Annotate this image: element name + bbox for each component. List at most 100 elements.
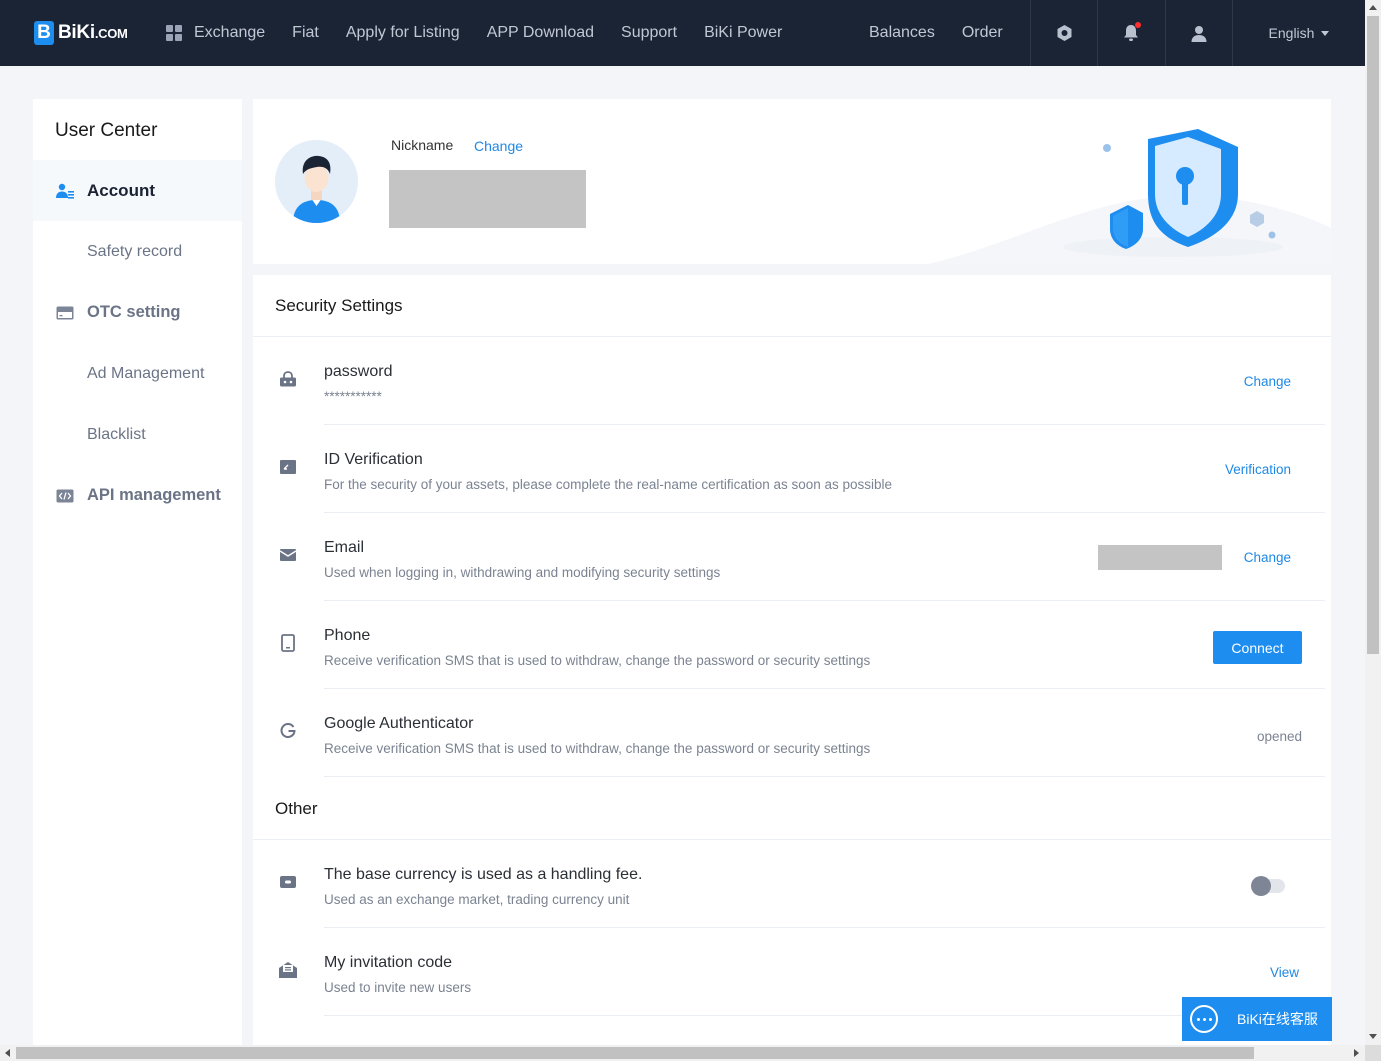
- nav-balances[interactable]: Balances: [869, 24, 935, 42]
- sidebar-item-otc-setting[interactable]: OTC setting: [33, 282, 242, 343]
- nav-left-links: Exchange Fiat Apply for Listing APP Down…: [194, 24, 809, 42]
- apps-grid-icon[interactable]: [166, 25, 182, 41]
- sidebar-item-label: Safety record: [87, 242, 183, 260]
- base-currency-fee-desc: Used as an exchange market, trading curr…: [324, 892, 630, 907]
- google-icon: [278, 721, 298, 741]
- nav-exchange[interactable]: Exchange: [194, 24, 265, 42]
- profile-card: Nickname Change: [253, 99, 1331, 264]
- scroll-up-arrow-icon[interactable]: [1369, 5, 1377, 10]
- google-authenticator-status: opened: [1256, 729, 1302, 744]
- base-currency-fee-toggle[interactable]: [1251, 876, 1285, 896]
- change-nickname-link[interactable]: Change: [474, 138, 523, 154]
- phone-desc: Receive verification SMS that is used to…: [324, 653, 871, 668]
- sidebar-item-account[interactable]: Account: [33, 160, 242, 221]
- logo-name: BiKi: [58, 22, 95, 43]
- nav-app-download[interactable]: APP Download: [487, 24, 594, 42]
- invitation-code-row: My invitation code Used to invite new us…: [279, 928, 1325, 1016]
- phone-title: Phone: [324, 627, 371, 644]
- sidebar-item-label: API management: [87, 486, 221, 504]
- top-navigation: B BiKi.COM Exchange Fiat Apply for Listi…: [0, 0, 1365, 66]
- sidebar-item-label: Ad Management: [87, 364, 205, 382]
- sidebar-item-safety-record[interactable]: Safety record: [33, 221, 242, 282]
- nav-biki-power[interactable]: BiKi Power: [704, 24, 782, 42]
- nav-apply-for-listing[interactable]: Apply for Listing: [346, 24, 460, 42]
- code-icon: [56, 487, 74, 505]
- id-verification-desc: For the security of your assets, please …: [324, 477, 893, 492]
- base-currency-fee-row: The base currency is used as a handling …: [280, 840, 1325, 928]
- google-authenticator-row: Google Authenticator Receive verificatio…: [280, 689, 1325, 777]
- logo-suffix: .COM: [94, 26, 128, 41]
- password-title: password: [324, 363, 393, 380]
- other-section-title: Other: [253, 777, 1331, 840]
- sidebar-item-blacklist[interactable]: Blacklist: [33, 404, 242, 465]
- toggle-knob: [1251, 876, 1271, 896]
- invitation-code-desc: Used to invite new users: [324, 980, 472, 995]
- sidebar-item-ad-management[interactable]: Ad Management: [33, 343, 242, 404]
- settings-button[interactable]: [1030, 0, 1097, 66]
- mail-icon: [278, 545, 298, 565]
- nav-right-links: Balances Order: [869, 0, 1030, 66]
- profile-button[interactable]: [1165, 0, 1232, 66]
- base-currency-fee-title: The base currency is used as a handling …: [324, 866, 643, 883]
- email-row: Email Used when logging in, withdrawing …: [279, 513, 1325, 601]
- view-invitation-code-link[interactable]: View: [1270, 965, 1299, 980]
- sidebar-title: User Center: [55, 120, 158, 141]
- connect-phone-button[interactable]: Connect: [1213, 631, 1302, 664]
- scroll-left-arrow-icon[interactable]: [5, 1049, 10, 1057]
- chat-bubble-icon: [1190, 1005, 1218, 1033]
- hexagon-settings-icon: [1057, 25, 1071, 41]
- id-verification-title: ID Verification: [324, 451, 423, 468]
- google-authenticator-desc: Receive verification SMS that is used to…: [324, 741, 871, 756]
- change-email-link[interactable]: Change: [1244, 550, 1291, 565]
- scroll-right-arrow-icon[interactable]: [1354, 1049, 1359, 1057]
- scroll-down-arrow-icon[interactable]: [1369, 1034, 1377, 1039]
- card-icon: [56, 304, 74, 322]
- nickname-label: Nickname: [391, 137, 454, 153]
- horizontal-scroll-thumb[interactable]: [16, 1047, 1254, 1059]
- nav-order[interactable]: Order: [962, 24, 1003, 42]
- nickname-redacted: [389, 170, 586, 228]
- phone-icon: [278, 633, 298, 653]
- lock-icon: [278, 369, 298, 389]
- biki-logo[interactable]: B BiKi.COM: [34, 21, 146, 45]
- main-content: Security Settings password *********** C…: [253, 275, 1331, 1049]
- password-row: password *********** Change: [280, 337, 1325, 425]
- change-password-link[interactable]: Change: [1244, 374, 1291, 389]
- invitation-code-title: My invitation code: [324, 954, 453, 971]
- id-verification-row: ID Verification For the security of your…: [280, 425, 1325, 513]
- chevron-down-icon: [1321, 30, 1330, 36]
- password-masked-value: ***********: [324, 389, 382, 404]
- security-shield-illustration: [927, 129, 1331, 264]
- email-redacted: [1098, 545, 1222, 570]
- sidebar-item-label: OTC setting: [87, 303, 181, 321]
- vertical-scroll-thumb[interactable]: [1367, 16, 1379, 654]
- logo-text: BiKi.COM: [58, 22, 128, 44]
- vertical-scrollbar[interactable]: [1365, 0, 1381, 1045]
- language-selector[interactable]: English: [1232, 0, 1365, 66]
- email-title: Email: [324, 539, 365, 556]
- security-settings-title: Security Settings: [253, 275, 1331, 337]
- user-center-sidebar: User Center Account Safety record OTC se…: [33, 99, 242, 1049]
- invite-icon: [278, 960, 298, 980]
- logo-mark: B: [34, 21, 54, 45]
- notifications-button[interactable]: [1097, 0, 1164, 66]
- sidebar-item-api-management[interactable]: API management: [33, 465, 242, 526]
- user-icon: [1191, 25, 1207, 42]
- google-authenticator-title: Google Authenticator: [324, 715, 474, 732]
- avatar: [275, 140, 358, 223]
- user-list-icon: [56, 182, 74, 200]
- nav-fiat[interactable]: Fiat: [292, 24, 319, 42]
- sidebar-item-label: Account: [87, 180, 155, 200]
- sidebar-item-label: Blacklist: [87, 425, 146, 443]
- nav-support[interactable]: Support: [621, 24, 677, 42]
- coin-icon: [278, 872, 298, 892]
- scrollbar-corner: [1365, 1045, 1381, 1061]
- id-card-icon: [278, 457, 298, 477]
- language-label: English: [1268, 25, 1315, 41]
- verification-link[interactable]: Verification: [1225, 462, 1291, 477]
- email-desc: Used when logging in, withdrawing and mo…: [324, 565, 721, 580]
- phone-row: Phone Receive verification SMS that is u…: [281, 601, 1325, 689]
- customer-service-chat-button[interactable]: BiKi在线客服: [1182, 997, 1332, 1041]
- notification-dot: [1135, 22, 1141, 28]
- horizontal-scrollbar[interactable]: [0, 1045, 1365, 1061]
